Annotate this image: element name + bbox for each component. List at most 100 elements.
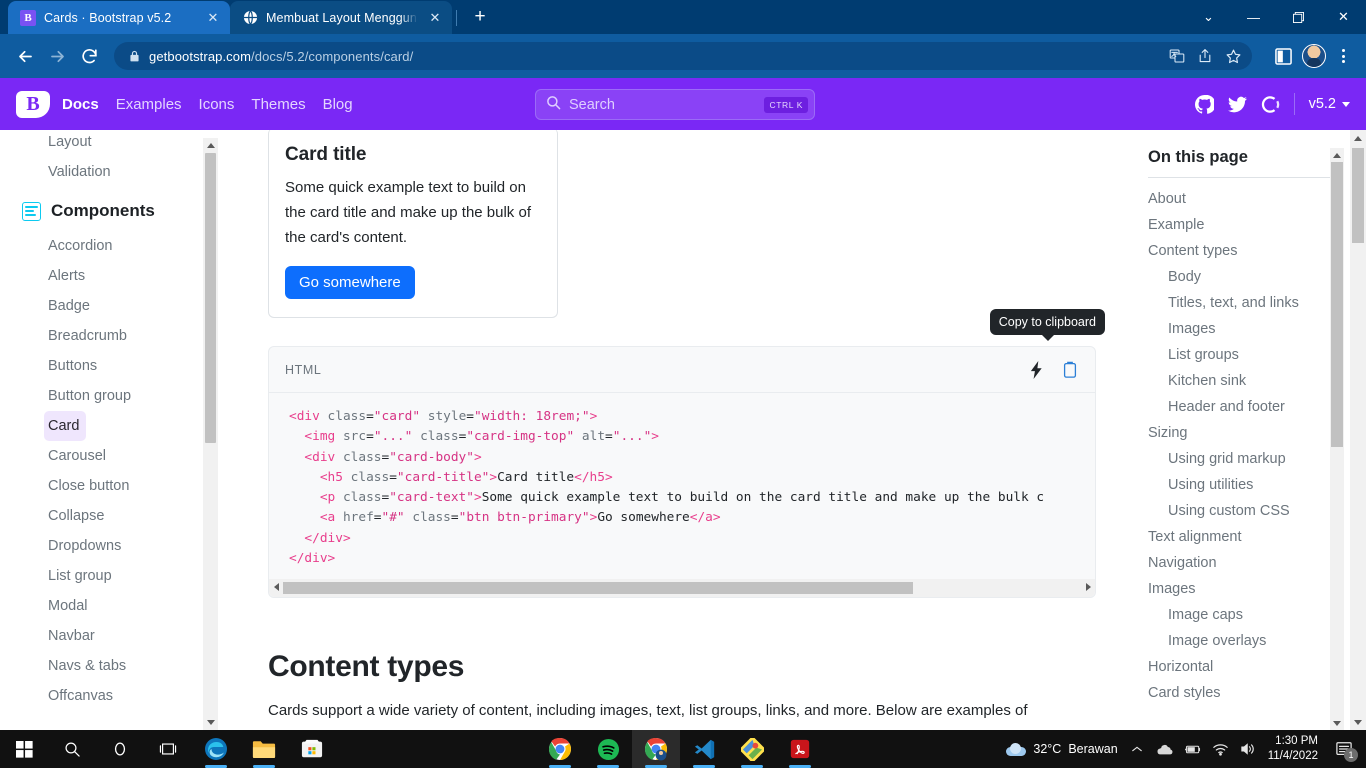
card-demo-preview: Card title Some quick example text to bu… [268, 130, 558, 318]
bootstrap-logo[interactable]: B [16, 90, 50, 118]
forward-icon[interactable] [42, 41, 72, 71]
globe-icon [242, 10, 258, 26]
battery-icon[interactable] [1184, 740, 1202, 758]
profile-avatar[interactable] [1302, 44, 1326, 68]
taskbar-clock[interactable]: 1:30 PM 11/4/2022 [1268, 734, 1320, 764]
sidebar-item-dropdowns[interactable]: Dropdowns [0, 531, 218, 561]
chrome-icon[interactable] [536, 730, 584, 768]
scroll-left-icon[interactable] [269, 583, 283, 593]
sidebar-scrollbar[interactable] [203, 138, 218, 730]
close-window-button[interactable]: ✕ [1321, 0, 1366, 34]
minimize-button[interactable]: — [1231, 0, 1276, 34]
windows-start-icon[interactable] [0, 730, 48, 768]
scrollbar-track[interactable] [283, 581, 1081, 596]
sidebar-item-accordion[interactable]: Accordion [0, 231, 218, 261]
back-icon[interactable] [10, 41, 40, 71]
nav-link-docs[interactable]: Docs [62, 96, 99, 113]
file-explorer-icon[interactable] [240, 730, 288, 768]
close-icon[interactable]: ✕ [426, 9, 444, 27]
go-somewhere-button[interactable]: Go somewhere [285, 266, 415, 299]
clipboard-copy-icon[interactable] [1061, 361, 1079, 379]
spotify-icon[interactable] [584, 730, 632, 768]
sidebar-item-close-button[interactable]: Close button [0, 471, 218, 501]
sidebar-item-navs-tabs[interactable]: Navs & tabs [0, 651, 218, 681]
sidebar-item-list-group[interactable]: List group [0, 561, 218, 591]
edge-icon[interactable] [192, 730, 240, 768]
new-tab-button[interactable]: + [465, 3, 495, 31]
scroll-up-icon[interactable] [203, 138, 218, 153]
cortana-icon[interactable] [96, 730, 144, 768]
toc-scrollbar[interactable] [1330, 148, 1344, 730]
window-controls: ⌄ — ✕ [1186, 0, 1366, 34]
scroll-up-icon[interactable] [1350, 130, 1366, 146]
sidebar-item-collapse[interactable]: Collapse [0, 501, 218, 531]
sidebar-item-layout[interactable]: Layout [0, 132, 218, 157]
search-input[interactable]: Search CTRL K [535, 89, 815, 120]
maximize-button[interactable] [1276, 0, 1321, 34]
wifi-icon[interactable] [1212, 740, 1230, 758]
reload-icon[interactable] [74, 41, 104, 71]
sidebar-item-offcanvas[interactable]: Offcanvas [0, 681, 218, 711]
split-screen-icon[interactable] [1268, 41, 1298, 71]
weather-widget[interactable]: 32°C Berawan [1006, 742, 1118, 756]
translate-icon[interactable] [1164, 43, 1190, 69]
task-view-icon[interactable] [144, 730, 192, 768]
lightning-bolt-icon[interactable] [1027, 360, 1045, 379]
browser-tab-inactive[interactable]: Membuat Layout Menggunakan ✕ [230, 1, 452, 34]
scroll-down-icon[interactable] [1330, 716, 1344, 730]
chrome-profile-icon[interactable] [632, 730, 680, 768]
sidebar-group-components[interactable]: Components [0, 187, 218, 231]
search-placeholder: Search [569, 96, 615, 113]
gimp-icon[interactable] [728, 730, 776, 768]
sidebar-item-buttons[interactable]: Buttons [0, 351, 218, 381]
vscode-icon[interactable] [680, 730, 728, 768]
scroll-up-icon[interactable] [1330, 148, 1344, 162]
acrobat-reader-icon[interactable] [776, 730, 824, 768]
components-icon [22, 201, 41, 221]
volume-icon[interactable] [1240, 740, 1258, 758]
twitter-icon[interactable] [1227, 95, 1247, 114]
microsoft-store-icon[interactable] [288, 730, 336, 768]
opencollective-icon[interactable] [1261, 95, 1280, 114]
nav-link-icons[interactable]: Icons [199, 96, 235, 113]
weather-condition: Berawan [1068, 742, 1118, 756]
scrollbar-thumb[interactable] [1352, 148, 1364, 243]
sidebar-item-badge[interactable]: Badge [0, 291, 218, 321]
sidebar-item-card[interactable]: Card [44, 411, 86, 441]
scrollbar-thumb[interactable] [205, 153, 216, 443]
browser-tab-active[interactable]: B Cards · Bootstrap v5.2 ✕ [8, 1, 230, 34]
nav-link-examples[interactable]: Examples [116, 96, 182, 113]
sidebar-item-validation[interactable]: Validation [0, 157, 218, 187]
sidebar-item-carousel[interactable]: Carousel [0, 441, 218, 471]
code-snippet[interactable]: <div class="card" style="width: 18rem;">… [269, 393, 1095, 580]
nav-link-themes[interactable]: Themes [251, 96, 305, 113]
action-center-icon[interactable]: 1 [1330, 730, 1358, 768]
scroll-down-icon[interactable] [1350, 714, 1366, 730]
search-icon[interactable] [48, 730, 96, 768]
show-hidden-icons-chevron[interactable] [1128, 740, 1146, 758]
chevron-down-icon[interactable]: ⌄ [1186, 0, 1231, 34]
onedrive-icon[interactable] [1156, 740, 1174, 758]
code-horizontal-scrollbar[interactable] [269, 579, 1095, 598]
sidebar-item-modal[interactable]: Modal [0, 591, 218, 621]
version-dropdown[interactable]: v5.2 [1309, 96, 1350, 112]
scrollbar-thumb[interactable] [1331, 162, 1343, 447]
sidebar-item-breadcrumb[interactable]: Breadcrumb [0, 321, 218, 351]
lock-icon [128, 50, 141, 63]
scroll-down-icon[interactable] [203, 715, 218, 730]
scroll-right-icon[interactable] [1081, 583, 1095, 593]
sidebar-item-button-group[interactable]: Button group [0, 381, 218, 411]
version-label: v5.2 [1308, 96, 1336, 112]
sidebar-item-alerts[interactable]: Alerts [0, 261, 218, 291]
scrollbar-thumb[interactable] [283, 582, 914, 595]
nav-link-blog[interactable]: Blog [323, 96, 353, 113]
favorite-star-icon[interactable] [1220, 43, 1246, 69]
page-scrollbar[interactable] [1350, 130, 1366, 730]
address-bar[interactable]: getbootstrap.com/docs/5.2/components/car… [114, 42, 1252, 70]
sidebar-item-navbar[interactable]: Navbar [0, 621, 218, 651]
close-icon[interactable]: ✕ [204, 9, 222, 27]
docs-sidebar: Layout Validation Components Accordion A… [0, 130, 218, 730]
share-icon[interactable] [1192, 43, 1218, 69]
settings-menu-icon[interactable] [1330, 43, 1356, 69]
github-icon[interactable] [1194, 94, 1214, 114]
